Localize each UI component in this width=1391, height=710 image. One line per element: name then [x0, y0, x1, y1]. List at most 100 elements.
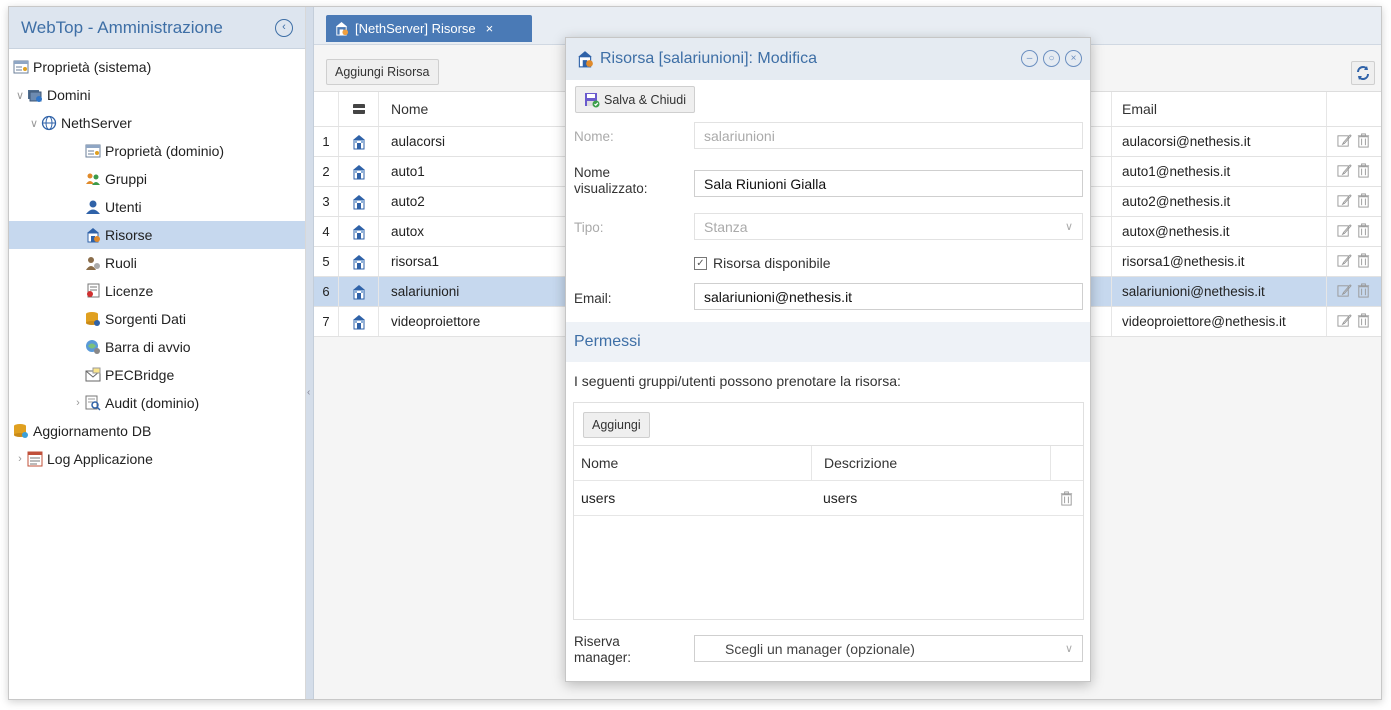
licenses-icon	[85, 283, 101, 299]
tree-item-roles[interactable]: Ruoli	[9, 249, 305, 277]
tree-item-licenses[interactable]: Licenze	[9, 277, 305, 305]
tree-item-label: Domini	[47, 87, 91, 103]
permission-row[interactable]: users users	[574, 481, 1083, 516]
type-column-header[interactable]	[338, 92, 378, 126]
tree-item-label: Risorse	[105, 227, 153, 243]
chevron-left-circle-icon[interactable]: ‹	[275, 18, 293, 37]
tree-item-app-log[interactable]: › Log Applicazione	[9, 445, 305, 473]
perm-desc-header[interactable]: Descrizione	[811, 446, 1050, 480]
minimize-icon[interactable]: –	[1021, 50, 1038, 67]
chevron-down-icon[interactable]: ∨	[13, 89, 27, 102]
tree-item-db-upgrade[interactable]: Aggiornamento DB	[9, 417, 305, 445]
tree-item-label: Aggiornamento DB	[33, 423, 152, 439]
email-column-header[interactable]: Email	[1111, 92, 1326, 126]
row-number: 4	[322, 224, 330, 239]
tree-item-label: Audit (dominio)	[105, 395, 200, 411]
permissions-description: I seguenti gruppi/utenti possono prenota…	[574, 373, 901, 389]
trash-icon[interactable]	[1059, 490, 1074, 506]
manager-row: Riserva manager: Scegli un manager (opzi…	[566, 630, 1090, 670]
tree-item-label: Proprietà (sistema)	[33, 59, 152, 75]
trash-icon[interactable]	[1356, 222, 1371, 241]
dialog-header[interactable]: Risorsa [salariunioni]: Modifica – ○ ×	[566, 38, 1090, 80]
trash-icon[interactable]	[1356, 132, 1371, 151]
launcher-icon	[85, 339, 101, 355]
edit-icon[interactable]	[1337, 223, 1352, 241]
available-checkbox-row[interactable]: ✓ Risorsa disponibile	[694, 255, 831, 271]
edit-icon[interactable]	[1337, 163, 1352, 181]
tree-item-domains[interactable]: ∨ Domini	[9, 81, 305, 109]
tree-item-nethserver[interactable]: ∨ NethServer	[9, 109, 305, 137]
row-number: 7	[322, 314, 330, 329]
save-close-label: Salva & Chiudi	[604, 92, 686, 107]
available-checkbox[interactable]: ✓	[694, 256, 707, 270]
permissions-grid: Aggiungi Nome Descrizione users users	[573, 402, 1084, 620]
edit-icon[interactable]	[1337, 313, 1352, 331]
tree-item-label: Barra di avvio	[105, 339, 191, 355]
trash-icon[interactable]	[1356, 312, 1371, 331]
maximize-icon[interactable]: ○	[1043, 50, 1060, 67]
close-icon[interactable]: ×	[486, 21, 494, 36]
display-name-field[interactable]: Sala Riunioni Gialla	[694, 170, 1083, 197]
resource-email-cell: aulacorsi@nethesis.it	[1111, 127, 1326, 156]
edit-icon[interactable]	[1337, 283, 1352, 301]
name-column-header[interactable]: Nome	[378, 92, 558, 126]
tree-item-domain-audit[interactable]: › Audit (dominio)	[9, 389, 305, 417]
row-number: 5	[322, 254, 330, 269]
name-row: Nome: salariunioni	[566, 121, 1090, 151]
edit-icon[interactable]	[1337, 193, 1352, 211]
chevron-right-icon[interactable]: ›	[71, 397, 85, 409]
chevron-right-icon[interactable]: ›	[13, 453, 27, 465]
log-icon	[27, 451, 43, 467]
tree-item-resources[interactable]: Risorse	[9, 221, 305, 249]
row-number: 6	[322, 284, 330, 299]
tree-item-domain-properties[interactable]: Proprietà (dominio)	[9, 137, 305, 165]
edit-icon[interactable]	[1337, 133, 1352, 151]
resource-name-cell: auto2	[378, 187, 558, 216]
tree-item-groups[interactable]: Gruppi	[9, 165, 305, 193]
row-actions	[1326, 247, 1381, 276]
tree-item-launcher[interactable]: Barra di avvio	[9, 333, 305, 361]
roles-icon	[85, 255, 101, 271]
edit-icon[interactable]	[1337, 253, 1352, 271]
resource-email-cell: auto2@nethesis.it	[1111, 187, 1326, 216]
row-number: 1	[322, 134, 330, 149]
domains-icon	[27, 87, 43, 103]
display-name-label: Nome visualizzato:	[574, 165, 648, 196]
close-icon[interactable]: ×	[1065, 50, 1082, 67]
email-field[interactable]: salariunioni@nethesis.it	[694, 283, 1083, 310]
resource-name-cell: auto1	[378, 157, 558, 186]
email-row: Email: salariunioni@nethesis.it	[566, 282, 1090, 312]
users-icon	[85, 199, 101, 215]
permissions-header: Nome Descrizione	[574, 446, 1083, 481]
dialog-toolbar: Salva & Chiudi	[566, 80, 1090, 120]
sidebar-splitter[interactable]: ‹	[306, 7, 314, 699]
name-field: salariunioni	[694, 122, 1083, 149]
tree-item-system-properties[interactable]: Proprietà (sistema)	[9, 53, 305, 81]
tree-item-datasources[interactable]: Sorgenti Dati	[9, 305, 305, 333]
manager-select[interactable]: Scegli un manager (opzionale) ∨	[694, 635, 1083, 662]
trash-icon[interactable]	[1356, 192, 1371, 211]
tree-item-label: Log Applicazione	[47, 451, 153, 467]
chevron-down-icon[interactable]: ∨	[27, 117, 41, 130]
row-number: 3	[322, 194, 330, 209]
perm-name-header[interactable]: Nome	[574, 455, 811, 471]
resource-email-cell: salariunioni@nethesis.it	[1111, 277, 1326, 306]
chevron-left-icon[interactable]: ‹	[307, 387, 310, 398]
properties-icon	[13, 59, 29, 75]
resource-name-cell: autox	[378, 217, 558, 246]
refresh-button[interactable]	[1351, 61, 1375, 85]
resource-name-cell: videoproiettore	[378, 307, 558, 336]
resource-room-icon	[338, 157, 378, 186]
resource-room-icon	[338, 277, 378, 306]
save-close-button[interactable]: Salva & Chiudi	[575, 86, 695, 113]
add-permission-button[interactable]: Aggiungi	[583, 412, 650, 438]
trash-icon[interactable]	[1356, 162, 1371, 181]
tree-item-pecbridge[interactable]: PECBridge	[9, 361, 305, 389]
trash-icon[interactable]	[1356, 252, 1371, 271]
tree-item-label: Licenze	[105, 283, 154, 299]
trash-icon[interactable]	[1356, 282, 1371, 301]
resource-email-cell: risorsa1@nethesis.it	[1111, 247, 1326, 276]
add-resource-button[interactable]: Aggiungi Risorsa	[326, 59, 439, 85]
tab-resources[interactable]: [NethServer] Risorse ×	[326, 15, 532, 42]
tree-item-users[interactable]: Utenti	[9, 193, 305, 221]
